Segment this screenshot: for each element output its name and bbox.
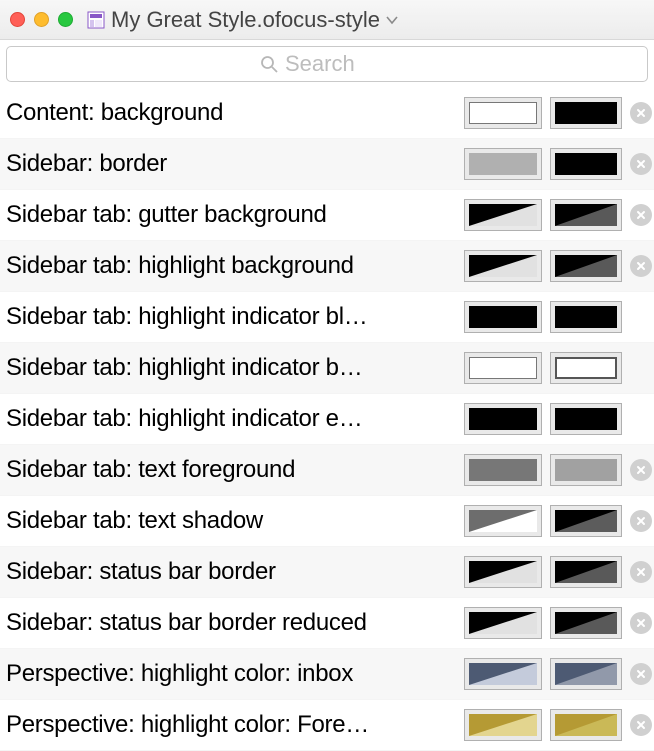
style-label: Content: background	[6, 99, 464, 127]
style-list: Content: background Sidebar: border Sideba…	[0, 88, 654, 751]
style-label: Sidebar: status bar border	[6, 558, 464, 586]
style-cells	[464, 97, 652, 129]
color-swatch[interactable]	[550, 709, 622, 741]
clear-button[interactable]	[630, 510, 652, 532]
style-label: Sidebar tab: highlight background	[6, 252, 464, 280]
clear-button[interactable]	[630, 459, 652, 481]
search-icon	[259, 54, 279, 74]
style-label: Sidebar: border	[6, 150, 464, 178]
style-label: Sidebar tab: highlight indicator b…	[6, 354, 464, 382]
style-row[interactable]: Content: background	[0, 88, 654, 139]
clear-button[interactable]	[630, 255, 652, 277]
color-swatch[interactable]	[550, 97, 622, 129]
style-label: Sidebar: status bar border reduced	[6, 609, 464, 637]
color-swatch[interactable]	[464, 301, 542, 333]
style-row[interactable]: Sidebar tab: highlight indicator b…	[0, 343, 654, 394]
style-label: Sidebar tab: text foreground	[6, 456, 464, 484]
style-row[interactable]: Sidebar tab: gutter background	[0, 190, 654, 241]
titlebar: My Great Style.ofocus-style	[0, 0, 654, 40]
style-row[interactable]: Sidebar tab: highlight background	[0, 241, 654, 292]
clear-placeholder	[630, 408, 652, 430]
color-swatch[interactable]	[550, 607, 622, 639]
close-button[interactable]	[10, 12, 25, 27]
style-row[interactable]: Perspective: highlight color: Fore…	[0, 700, 654, 751]
color-swatch[interactable]	[464, 658, 542, 690]
style-label: Sidebar tab: gutter background	[6, 201, 464, 229]
color-swatch[interactable]	[550, 199, 622, 231]
clear-button[interactable]	[630, 663, 652, 685]
color-swatch[interactable]	[550, 250, 622, 282]
color-swatch[interactable]	[464, 505, 542, 537]
clear-button[interactable]	[630, 153, 652, 175]
style-row[interactable]: Sidebar: status bar border reduced	[0, 598, 654, 649]
color-swatch[interactable]	[550, 352, 622, 384]
style-row[interactable]: Sidebar tab: text shadow	[0, 496, 654, 547]
color-swatch[interactable]	[464, 352, 542, 384]
maximize-button[interactable]	[58, 12, 73, 27]
chevron-down-icon[interactable]	[386, 15, 398, 25]
style-cells	[464, 658, 652, 690]
style-label: Sidebar tab: highlight indicator e…	[6, 405, 464, 433]
search-field[interactable]	[6, 46, 648, 82]
color-swatch[interactable]	[550, 403, 622, 435]
color-swatch[interactable]	[464, 709, 542, 741]
style-row[interactable]: Sidebar tab: highlight indicator bl…	[0, 292, 654, 343]
style-label: Sidebar tab: highlight indicator bl…	[6, 303, 464, 331]
color-swatch[interactable]	[464, 199, 542, 231]
style-cells	[464, 505, 652, 537]
style-cells	[464, 403, 652, 435]
search-input[interactable]	[285, 51, 395, 77]
color-swatch[interactable]	[464, 250, 542, 282]
color-swatch[interactable]	[464, 403, 542, 435]
traffic-lights	[10, 12, 73, 27]
style-cells	[464, 709, 652, 741]
color-swatch[interactable]	[550, 301, 622, 333]
style-cells	[464, 607, 652, 639]
style-row[interactable]: Sidebar tab: text foreground	[0, 445, 654, 496]
style-cells	[464, 199, 652, 231]
clear-button[interactable]	[630, 102, 652, 124]
style-label: Perspective: highlight color: Fore…	[6, 711, 464, 739]
search-container	[0, 40, 654, 88]
clear-button[interactable]	[630, 714, 652, 736]
clear-button[interactable]	[630, 612, 652, 634]
color-swatch[interactable]	[464, 148, 542, 180]
style-cells	[464, 148, 652, 180]
style-label: Perspective: highlight color: inbox	[6, 660, 464, 688]
style-row[interactable]: Sidebar: border	[0, 139, 654, 190]
style-label: Sidebar tab: text shadow	[6, 507, 464, 535]
color-swatch[interactable]	[550, 658, 622, 690]
clear-button[interactable]	[630, 204, 652, 226]
document-icon	[87, 11, 105, 29]
color-swatch[interactable]	[550, 148, 622, 180]
style-row[interactable]: Perspective: highlight color: inbox	[0, 649, 654, 700]
window-title: My Great Style.ofocus-style	[111, 7, 380, 33]
color-swatch[interactable]	[550, 505, 622, 537]
style-row[interactable]: Sidebar tab: highlight indicator e…	[0, 394, 654, 445]
minimize-button[interactable]	[34, 12, 49, 27]
style-row[interactable]: Sidebar: status bar border	[0, 547, 654, 598]
color-swatch[interactable]	[464, 454, 542, 486]
color-swatch[interactable]	[464, 556, 542, 588]
style-cells	[464, 454, 652, 486]
style-cells	[464, 301, 652, 333]
color-swatch[interactable]	[550, 556, 622, 588]
clear-button[interactable]	[630, 561, 652, 583]
color-swatch[interactable]	[464, 97, 542, 129]
style-cells	[464, 556, 652, 588]
clear-placeholder	[630, 357, 652, 379]
style-cells	[464, 352, 652, 384]
style-cells	[464, 250, 652, 282]
color-swatch[interactable]	[464, 607, 542, 639]
color-swatch[interactable]	[550, 454, 622, 486]
clear-placeholder	[630, 306, 652, 328]
